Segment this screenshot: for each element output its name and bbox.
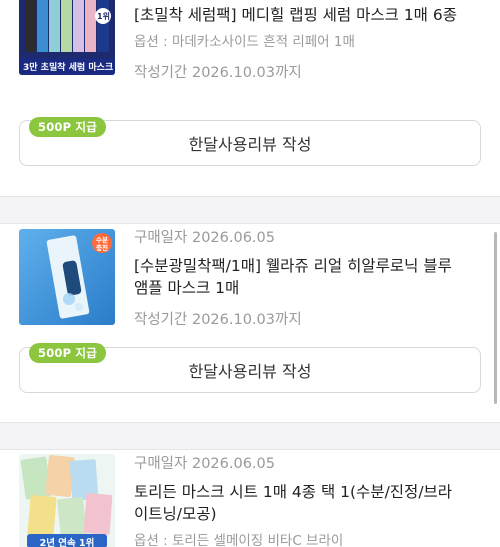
product-option: 옵션 : 마데카소사이드 흔적 리페어 1매: [134, 34, 355, 50]
order-card-2: 수분 충전 구매일자 2026.06.05 [수분광밀착팩/1매] 웰라쥬 리얼…: [0, 224, 500, 422]
order-card-1: 1위 3만 초밀착 세럼 마스크 [초밀착 세럼팩] 메디힐 랩핑 세럼 마스크…: [0, 0, 500, 196]
product-thumbnail[interactable]: 2년 연속 1위: [19, 454, 115, 547]
purchase-date: 구매일자 2026.06.05: [134, 230, 275, 246]
purchase-date: 구매일자 2026.06.05: [134, 456, 275, 472]
thumb-caption: 3만 초밀착 세럼 마스크: [23, 63, 114, 73]
product-title[interactable]: 토리든 마스크 시트 1매 4종 택 1(수분/진정/브라이트닝/모공): [134, 481, 464, 525]
review-button-label: 한달사용리뷰 작성: [188, 362, 312, 381]
order-card-3: 2년 연속 1위 구매일자 2026.06.05 토리든 마스크 시트 1매 4…: [0, 450, 500, 547]
thumb-caption: 2년 연속 1위: [39, 538, 95, 547]
product-thumbnail[interactable]: 수분 충전: [19, 229, 115, 325]
product-option: 옵션 : 토리든 셀메이징 비타C 브라이: [134, 533, 344, 547]
product-title[interactable]: [초밀착 세럼팩] 메디힐 랩핑 세럼 마스크 1매 6종: [134, 4, 464, 26]
order-info: [초밀착 세럼팩] 메디힐 랩핑 세럼 마스크 1매 6종 옵션 : 마데카소사…: [134, 4, 464, 83]
product-thumbnail[interactable]: 1위 3만 초밀착 세럼 마스크: [19, 0, 115, 75]
thumb-badge: 수분 충전: [96, 236, 108, 252]
review-button-label: 한달사용리뷰 작성: [188, 135, 312, 154]
product-title[interactable]: [수분광밀착팩/1매] 웰라쥬 리얼 히알루로닉 블루 앰플 마스크 1매: [134, 255, 464, 299]
section-divider: [0, 422, 500, 450]
order-info: 구매일자 2026.06.05 [수분광밀착팩/1매] 웰라쥬 리얼 히알루로닉…: [134, 228, 464, 330]
order-info: 구매일자 2026.06.05 토리든 마스크 시트 1매 4종 택 1(수분/…: [134, 454, 464, 547]
thumb-badge: 1위: [97, 12, 110, 21]
scrollbar[interactable]: [494, 232, 497, 404]
section-divider: [0, 196, 500, 224]
point-badge: 500P 지급: [29, 117, 106, 137]
review-period: 작성기간 2026.10.03까지: [134, 65, 302, 81]
review-period: 작성기간 2026.10.03까지: [134, 312, 302, 328]
point-badge: 500P 지급: [29, 343, 106, 363]
